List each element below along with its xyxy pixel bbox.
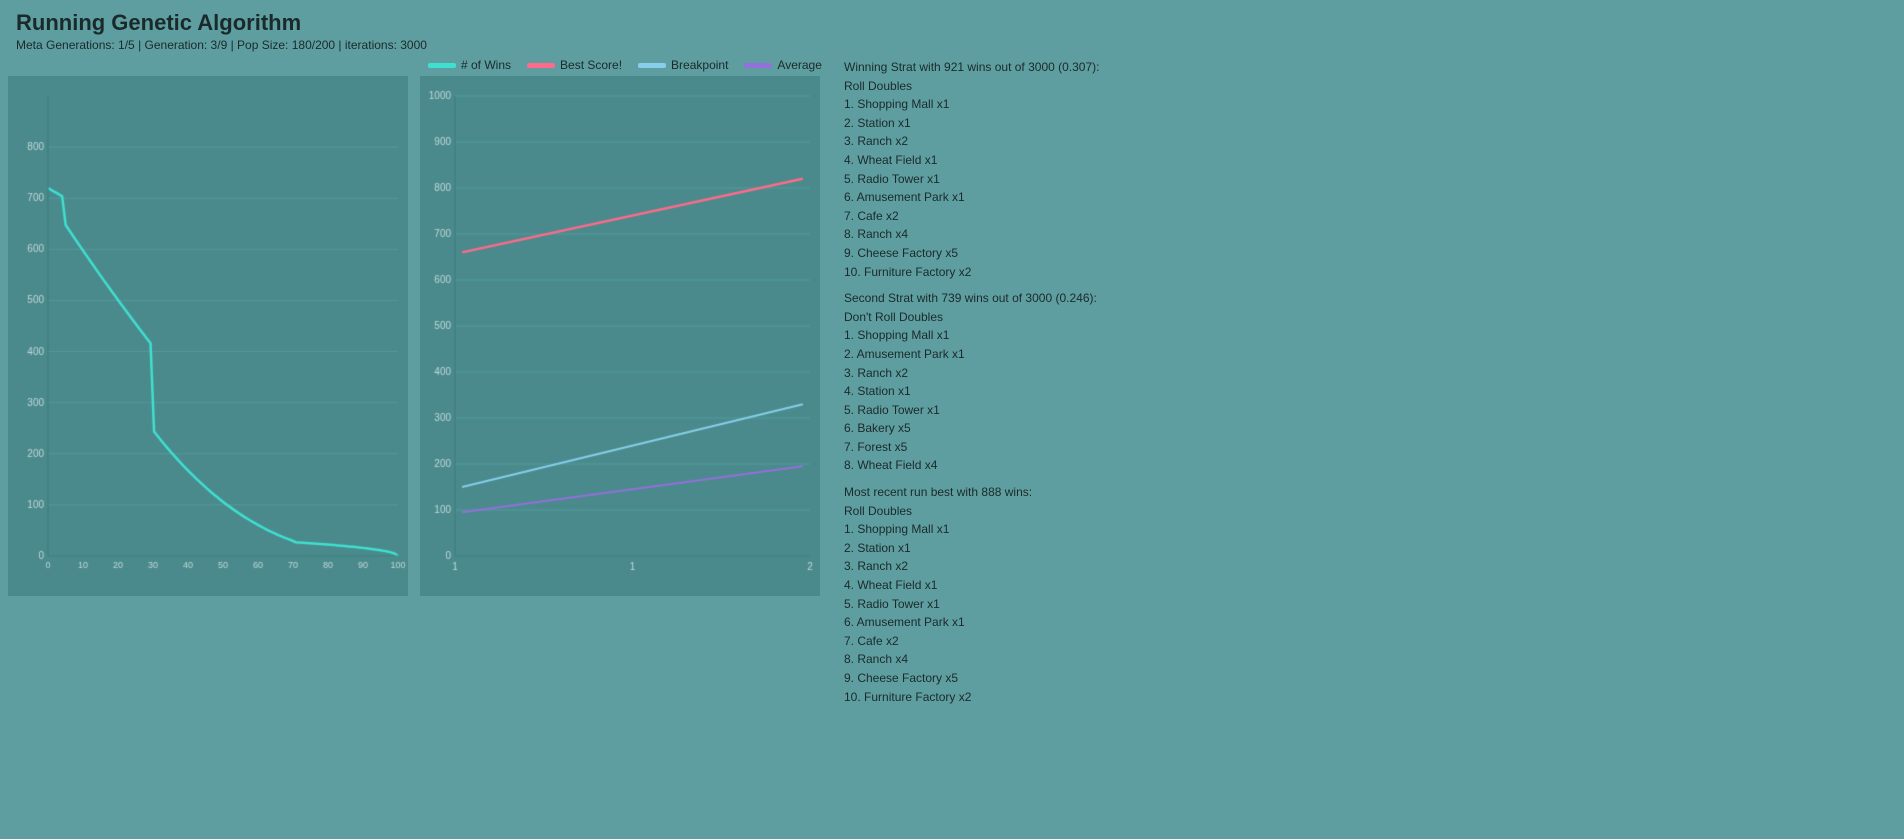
page-title: Running Genetic Algorithm <box>0 0 1904 38</box>
list-item: 4. Station x1 <box>844 382 1880 401</box>
list-item: 7. Cafe x2 <box>844 632 1880 651</box>
wins-chart <box>8 76 416 596</box>
legend-row: # of Wins Best Score! Breakpoint Average <box>428 58 828 72</box>
second-strat-header: Second Strat with 739 wins out of 3000 (… <box>844 289 1880 308</box>
breakpoint-label: Breakpoint <box>671 58 728 72</box>
list-item: 7. Forest x5 <box>844 438 1880 457</box>
list-item: 5. Radio Tower x1 <box>844 595 1880 614</box>
second-strat-roll: Don't Roll Doubles <box>844 308 1880 327</box>
second-strat-items: 1. Shopping Mall x12. Amusement Park x13… <box>844 326 1880 475</box>
list-item: 3. Ranch x2 <box>844 132 1880 151</box>
winning-strat-header: Winning Strat with 921 wins out of 3000 … <box>844 58 1880 77</box>
list-item: 4. Wheat Field x1 <box>844 151 1880 170</box>
list-item: 10. Furniture Factory x2 <box>844 688 1880 707</box>
list-item: 2. Amusement Park x1 <box>844 345 1880 364</box>
wins-color <box>428 63 456 68</box>
list-item: 1. Shopping Mall x1 <box>844 520 1880 539</box>
list-item: 2. Station x1 <box>844 114 1880 133</box>
average-label: Average <box>777 58 821 72</box>
best-score-label: Best Score! <box>560 58 622 72</box>
right-column: Winning Strat with 921 wins out of 3000 … <box>828 58 1896 706</box>
recent-run-header: Most recent run best with 888 wins: <box>844 483 1880 502</box>
score-chart <box>420 76 828 596</box>
recent-run-items: 1. Shopping Mall x12. Station x13. Ranch… <box>844 520 1880 706</box>
second-strat-block: Second Strat with 739 wins out of 3000 (… <box>844 289 1880 475</box>
list-item: 8. Ranch x4 <box>844 225 1880 244</box>
average-color <box>744 63 772 68</box>
wins-legend: # of Wins <box>428 58 511 72</box>
list-item: 6. Amusement Park x1 <box>844 188 1880 207</box>
recent-run-roll: Roll Doubles <box>844 502 1880 521</box>
breakpoint-legend: Breakpoint <box>638 58 728 72</box>
wins-label: # of Wins <box>461 58 511 72</box>
list-item: 6. Amusement Park x1 <box>844 613 1880 632</box>
winning-strat-block: Winning Strat with 921 wins out of 3000 … <box>844 58 1880 281</box>
best-score-legend: Best Score! <box>527 58 622 72</box>
list-item: 7. Cafe x2 <box>844 207 1880 226</box>
winning-strat-roll: Roll Doubles <box>844 77 1880 96</box>
list-item: 5. Radio Tower x1 <box>844 170 1880 189</box>
list-item: 9. Cheese Factory x5 <box>844 244 1880 263</box>
breakpoint-color <box>638 63 666 68</box>
list-item: 6. Bakery x5 <box>844 419 1880 438</box>
winning-strat-items: 1. Shopping Mall x12. Station x13. Ranch… <box>844 95 1880 281</box>
best-score-color <box>527 63 555 68</box>
list-item: 10. Furniture Factory x2 <box>844 263 1880 282</box>
list-item: 3. Ranch x2 <box>844 364 1880 383</box>
meta-info: Meta Generations: 1/5 | Generation: 3/9 … <box>0 38 1904 58</box>
list-item: 1. Shopping Mall x1 <box>844 326 1880 345</box>
list-item: 2. Station x1 <box>844 539 1880 558</box>
average-legend: Average <box>744 58 821 72</box>
list-item: 4. Wheat Field x1 <box>844 576 1880 595</box>
list-item: 9. Cheese Factory x5 <box>844 669 1880 688</box>
list-item: 5. Radio Tower x1 <box>844 401 1880 420</box>
recent-run-block: Most recent run best with 888 wins: Roll… <box>844 483 1880 706</box>
list-item: 3. Ranch x2 <box>844 557 1880 576</box>
list-item: 1. Shopping Mall x1 <box>844 95 1880 114</box>
list-item: 8. Ranch x4 <box>844 650 1880 669</box>
charts-column: # of Wins Best Score! Breakpoint Average <box>8 58 828 706</box>
list-item: 8. Wheat Field x4 <box>844 456 1880 475</box>
